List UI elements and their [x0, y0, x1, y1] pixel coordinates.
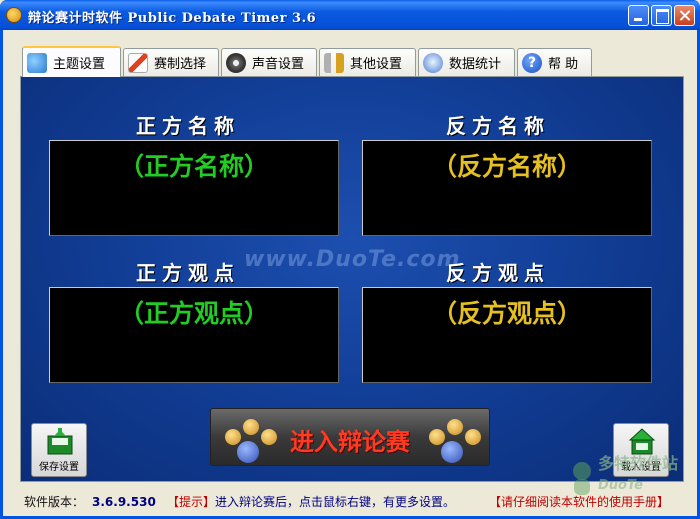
tab-other-settings[interactable]: 其他设置: [319, 48, 416, 76]
negative-name-box[interactable]: （反方名称）: [362, 140, 652, 236]
affirmative-view-value: （正方观点）: [118, 299, 269, 328]
title-bar[interactable]: 辩论赛计时软件 Public Debate Timer 3.6: [0, 0, 700, 30]
svg-text:DuoTe: DuoTe: [598, 478, 643, 493]
tip-message: 进入辩论赛后，点击鼠标右键，有更多设置。: [215, 495, 456, 509]
version-value: 3.6.9.530: [92, 495, 156, 509]
tab-format-select[interactable]: 赛制选择: [123, 48, 219, 76]
version-label: 软件版本：: [24, 495, 85, 509]
watermark: www.DuoTe.com: [244, 247, 461, 272]
tab-label: 数据统计: [449, 57, 502, 72]
manual-notice[interactable]: 【请仔细阅读本软件的使用手册】: [489, 493, 669, 510]
negative-name-heading: 反方名称: [446, 114, 550, 138]
tab-sound-settings[interactable]: 声音设置: [221, 48, 317, 76]
debaters-icon-right: [423, 415, 483, 463]
affirmative-view-box[interactable]: （正方观点）: [49, 287, 339, 383]
save-settings-label: 保存设置: [39, 462, 79, 473]
tab-label: 其他设置: [350, 57, 403, 72]
tab-help[interactable]: ? 帮 助: [517, 48, 592, 76]
close-button[interactable]: [674, 5, 695, 26]
pen-icon: [128, 52, 148, 73]
negative-view-heading: 反方观点: [446, 261, 550, 285]
negative-view-value: （反方观点）: [431, 299, 582, 328]
enter-debate-button[interactable]: 进入辩论赛: [210, 408, 490, 466]
tab-theme-settings[interactable]: 主题设置: [22, 46, 121, 77]
negative-name-value: （反方名称）: [431, 152, 582, 181]
save-icon: [47, 428, 73, 455]
tab-label: 帮 助: [548, 57, 579, 72]
tab-label: 赛制选择: [154, 57, 207, 72]
speaker-icon: [226, 52, 246, 73]
tools-icon: [324, 52, 344, 73]
version-info: 软件版本： 3.6.9.530: [24, 493, 156, 510]
window-title: 辩论赛计时软件 Public Debate Timer 3.6: [28, 11, 317, 26]
stats-icon: [423, 52, 443, 73]
logo-text: 多特软件站: [598, 454, 678, 473]
tip-text: 【提示】进入辩论赛后，点击鼠标右键，有更多设置。: [167, 493, 455, 510]
maximize-button[interactable]: [651, 5, 672, 26]
app-icon: [6, 7, 22, 23]
negative-view-box[interactable]: （反方观点）: [362, 287, 652, 383]
affirmative-view-heading: 正方观点: [136, 261, 240, 285]
tab-statistics[interactable]: 数据统计: [418, 48, 515, 76]
affirmative-name-heading: 正方名称: [136, 114, 240, 138]
tab-label: 主题设置: [53, 57, 106, 72]
theme-icon: [27, 52, 47, 73]
save-settings-button[interactable]: 保存设置: [31, 423, 87, 477]
minimize-button[interactable]: [628, 5, 649, 26]
affirmative-name-box[interactable]: （正方名称）: [49, 140, 339, 236]
affirmative-name-value: （正方名称）: [118, 152, 269, 181]
tip-bracket: 【提示】: [167, 495, 216, 509]
help-icon: ?: [522, 52, 542, 73]
tab-label: 声音设置: [252, 57, 305, 72]
